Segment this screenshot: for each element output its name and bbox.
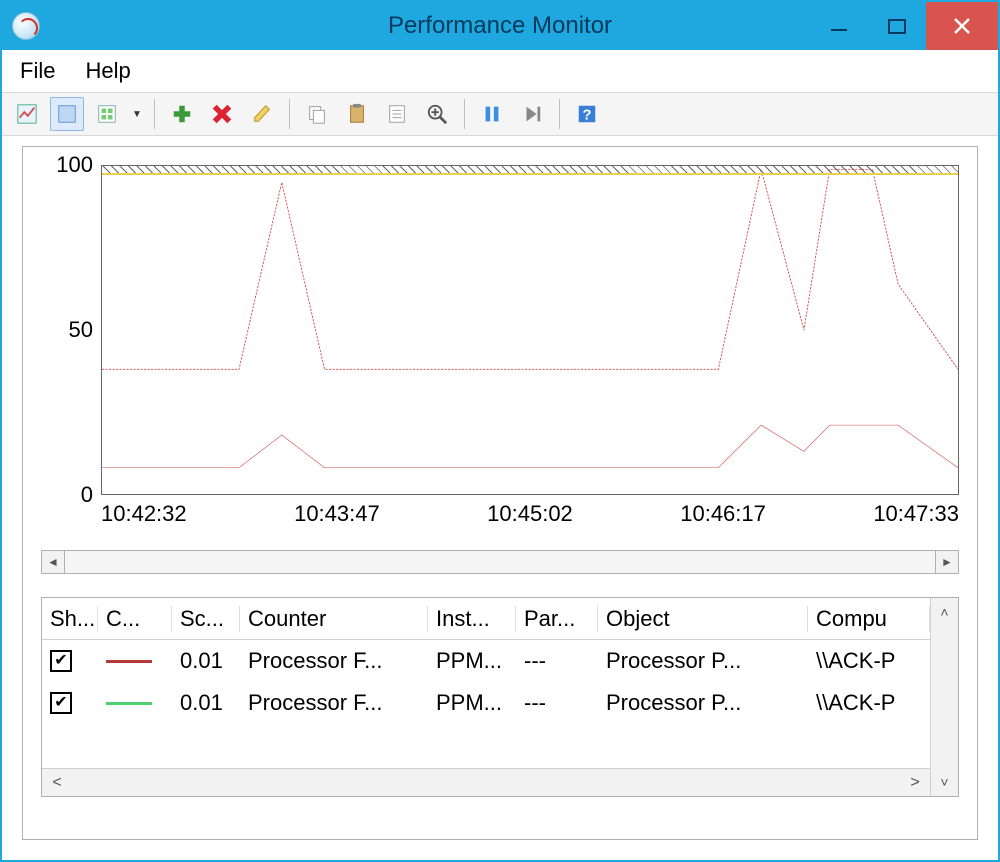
col-counter[interactable]: Counter: [240, 606, 428, 632]
menu-bar: File Help: [2, 50, 998, 92]
x-axis: 10:42:32 10:43:47 10:45:02 10:46:17 10:4…: [41, 501, 959, 527]
hscroll-left-icon[interactable]: <: [42, 769, 72, 796]
cell-object: Processor P...: [598, 690, 808, 716]
col-parent[interactable]: Par...: [516, 606, 598, 632]
freeze-display-button[interactable]: [475, 97, 509, 131]
cell-parent: ---: [516, 690, 598, 716]
xtick-3: 10:46:17: [680, 501, 766, 527]
minimize-button[interactable]: [810, 2, 868, 50]
chart: 100 50 0: [41, 165, 959, 495]
scroll-track[interactable]: [65, 550, 935, 574]
grid-hscroll[interactable]: < >: [42, 768, 930, 796]
color-swatch: [106, 660, 152, 663]
copy-button[interactable]: [300, 97, 334, 131]
update-data-button[interactable]: [515, 97, 549, 131]
col-computer[interactable]: Compu: [808, 606, 930, 632]
scroll-right-icon[interactable]: ►: [935, 550, 959, 574]
ytick-50: 50: [69, 317, 93, 343]
xtick-2: 10:45:02: [487, 501, 573, 527]
cell-instance: PPM...: [428, 648, 516, 674]
cell-counter: Processor F...: [240, 648, 428, 674]
col-object[interactable]: Object: [598, 606, 808, 632]
vscroll-up-icon[interactable]: ˄: [931, 598, 958, 626]
plot-area[interactable]: [101, 165, 959, 495]
cell-instance: PPM...: [428, 690, 516, 716]
svg-text:?: ?: [583, 108, 592, 124]
view-histogram-button[interactable]: [50, 97, 84, 131]
counter-grid: Sh... C... Sc... Counter Inst... Par... …: [41, 597, 959, 797]
ytick-0: 0: [81, 482, 93, 508]
help-button[interactable]: ?: [570, 97, 604, 131]
menu-file[interactable]: File: [20, 58, 55, 84]
col-scale[interactable]: Sc...: [172, 606, 240, 632]
cell-counter: Processor F...: [240, 690, 428, 716]
highlight-button[interactable]: [245, 97, 279, 131]
close-button[interactable]: [926, 2, 998, 50]
cell-scale: 0.01: [172, 648, 240, 674]
content-area: 100 50 0 10:42:32 10:43:47 10:45:02 10:4…: [22, 146, 978, 840]
zoom-button[interactable]: [420, 97, 454, 131]
show-checkbox[interactable]: ✔: [50, 692, 72, 714]
cell-scale: 0.01: [172, 690, 240, 716]
color-swatch: [106, 702, 152, 705]
toolbar: ▼ ?: [2, 92, 998, 136]
window-title: Performance Monitor: [388, 12, 612, 40]
cell-computer: \\ACK-P: [808, 648, 930, 674]
titlebar[interactable]: Performance Monitor: [2, 2, 998, 50]
chart-lines: [102, 166, 958, 494]
col-instance[interactable]: Inst...: [428, 606, 516, 632]
view-report-button[interactable]: [90, 97, 124, 131]
scroll-left-icon[interactable]: ◄: [41, 550, 65, 574]
properties-button[interactable]: [380, 97, 414, 131]
add-counter-button[interactable]: [165, 97, 199, 131]
maximize-button[interactable]: [868, 2, 926, 50]
cell-object: Processor P...: [598, 648, 808, 674]
cell-computer: \\ACK-P: [808, 690, 930, 716]
y-axis: 100 50 0: [41, 165, 101, 495]
xtick-0: 10:42:32: [101, 501, 187, 527]
col-color[interactable]: C...: [98, 606, 172, 632]
show-checkbox[interactable]: ✔: [50, 650, 72, 672]
time-scrollbar[interactable]: ◄ ►: [41, 549, 959, 575]
xtick-4: 10:47:33: [873, 501, 959, 527]
delete-counter-button[interactable]: [205, 97, 239, 131]
cell-parent: ---: [516, 648, 598, 674]
paste-button[interactable]: [340, 97, 374, 131]
system-menu-icon[interactable]: [12, 12, 40, 40]
app-window: Performance Monitor File Help ▼: [0, 0, 1000, 862]
col-show[interactable]: Sh...: [42, 606, 98, 632]
view-dropdown-icon[interactable]: ▼: [130, 109, 144, 120]
vscroll-down-icon[interactable]: ˅: [931, 768, 958, 796]
grid-vscroll[interactable]: ˄ ˅: [930, 598, 958, 796]
menu-help[interactable]: Help: [85, 58, 130, 84]
table-row[interactable]: ✔ 0.01Processor F...PPM...---Processor P.…: [42, 640, 930, 682]
threshold-line: [102, 173, 958, 175]
ytick-100: 100: [56, 152, 93, 178]
table-row[interactable]: ✔ 0.01Processor F...PPM...---Processor P.…: [42, 682, 930, 724]
view-chart-button[interactable]: [10, 97, 44, 131]
hscroll-right-icon[interactable]: >: [900, 769, 930, 796]
xtick-1: 10:43:47: [294, 501, 380, 527]
grid-header[interactable]: Sh... C... Sc... Counter Inst... Par... …: [42, 598, 930, 640]
